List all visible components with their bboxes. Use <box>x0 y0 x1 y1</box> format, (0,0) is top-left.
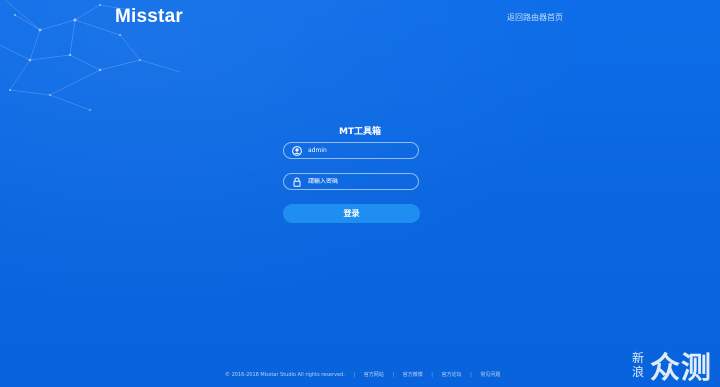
password-field[interactable] <box>283 173 419 190</box>
username-field[interactable] <box>283 142 419 159</box>
login-button[interactable]: 登录 <box>283 204 420 223</box>
watermark-big-text: 众测 <box>650 351 712 386</box>
footer-link-website[interactable]: 官方网站 <box>364 372 384 378</box>
sina-zhongce-watermark: 新浪 众测 <box>632 343 712 387</box>
username-input[interactable] <box>308 147 408 154</box>
footer-link-weibo[interactable]: 官方微博 <box>403 372 423 378</box>
misstar-logo: Misstar <box>115 6 183 27</box>
footer-link-faq[interactable]: 常见问题 <box>480 372 500 378</box>
watermark-small-text: 新浪 <box>632 351 645 379</box>
login-title: MT工具箱 <box>338 127 382 137</box>
footer-link-forum[interactable]: 官方论坛 <box>441 372 461 378</box>
user-circle-icon <box>291 145 303 157</box>
back-to-router-link[interactable]: 返回路由器首页 <box>507 12 563 23</box>
footer: © 2016-2018 Misstar Studio All rights re… <box>225 372 501 378</box>
lock-icon <box>291 176 303 188</box>
password-input[interactable] <box>308 178 408 185</box>
copyright-text: © 2016-2018 Misstar Studio All rights re… <box>225 372 345 378</box>
